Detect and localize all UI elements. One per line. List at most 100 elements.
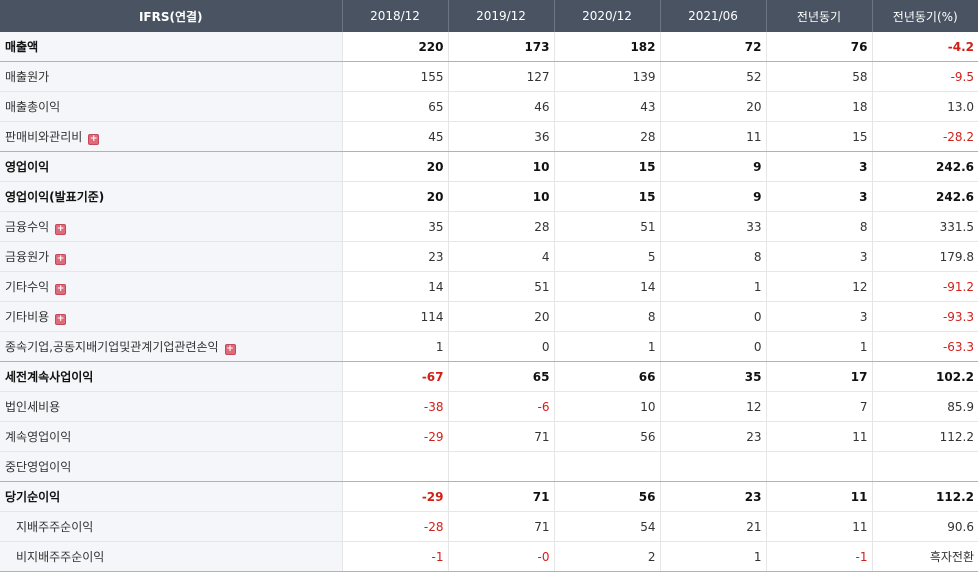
value-cell: 179.8 [871, 241, 978, 272]
value-cell: 56 [553, 421, 660, 452]
table-row: 기타비용 +114 20 8 0 3 -93.3 [0, 301, 978, 332]
row-label: 당기순이익 [5, 490, 61, 504]
row-label-cell: 종속기업,공동지배기업및관계기업관련손익 + [0, 331, 342, 362]
value-cell: 36 [447, 121, 554, 152]
value-cell [553, 451, 660, 482]
value-cell: 71 [447, 511, 554, 542]
value-cell: 54 [553, 511, 660, 542]
row-label-cell: 기타비용 + [0, 301, 342, 332]
value-cell: 13.0 [871, 91, 978, 122]
value-cell: 1 [659, 541, 766, 572]
row-label-cell: 판매비와관리비 + [0, 121, 342, 152]
value-cell [341, 451, 448, 482]
row-label: 영업이익 [5, 160, 50, 174]
value-cell: 182 [553, 32, 660, 62]
value-cell: -38 [341, 391, 448, 422]
value-cell: -0 [447, 541, 554, 572]
value-cell: 11 [765, 421, 872, 452]
table-row: 세전계속사업이익 -67 65 66 35 17 102.2 [0, 361, 978, 392]
row-label-cell: 영업이익(발표기준) [0, 181, 342, 212]
value-cell: 23 [341, 241, 448, 272]
value-cell: 23 [659, 481, 766, 512]
row-label-cell: 금융수익 + [0, 211, 342, 242]
row-label: 세전계속사업이익 [5, 370, 94, 384]
table-row: 당기순이익 -29 71 56 23 11 112.2 [0, 481, 978, 512]
table-body: 매출액 220 173 182 72 76 -4.2 매출원가 155 127 139 52 58 -9.… [0, 32, 978, 572]
plus-square-icon[interactable]: + [55, 224, 67, 235]
value-cell: -28 [341, 511, 448, 542]
value-cell: 0 [659, 331, 766, 362]
row-label: 지배주주순이익 [16, 520, 94, 534]
value-cell: 12 [765, 271, 872, 302]
header-account: IFRS(연결) [0, 0, 342, 32]
value-cell: 58 [765, 61, 872, 92]
row-label-cell: 매출액 [0, 32, 342, 62]
table-row: 판매비와관리비 +45 36 28 11 15 -28.2 [0, 121, 978, 152]
row-label-cell: 중단영업이익 [0, 451, 342, 482]
value-cell: 11 [659, 121, 766, 152]
value-cell: 15 [553, 151, 660, 182]
value-cell: 71 [447, 481, 554, 512]
value-cell: 10 [553, 391, 660, 422]
plus-square-icon[interactable]: + [224, 344, 236, 355]
table-row: 금융수익 +35 28 51 33 8 331.5 [0, 211, 978, 242]
table-row: 매출액 220 173 182 72 76 -4.2 [0, 32, 978, 62]
row-label: 매출원가 [5, 70, 50, 84]
table-row: 영업이익 20 10 15 9 3 242.6 [0, 151, 978, 182]
value-cell: 35 [341, 211, 448, 242]
value-cell: 3 [765, 301, 872, 332]
value-cell: 46 [447, 91, 554, 122]
plus-square-icon[interactable]: + [88, 134, 100, 145]
table-row: 법인세비용 -38 -6 10 12 7 85.9 [0, 391, 978, 422]
value-cell: 173 [447, 32, 554, 62]
table-row: 매출총이익 65 46 43 20 18 13.0 [0, 91, 978, 122]
value-cell: -1 [341, 541, 448, 572]
header-period-1: 2018/12 [341, 0, 448, 32]
value-cell: -4.2 [871, 32, 978, 62]
table-row: 매출원가 155 127 139 52 58 -9.5 [0, 61, 978, 92]
value-cell [659, 451, 766, 482]
value-cell: 7 [765, 391, 872, 422]
value-cell: 20 [659, 91, 766, 122]
value-cell: 10 [447, 181, 554, 212]
row-label: 매출총이익 [5, 100, 61, 114]
value-cell: 127 [447, 61, 554, 92]
plus-square-icon[interactable]: + [55, 284, 67, 295]
value-cell: -29 [341, 421, 448, 452]
row-label: 중단영업이익 [5, 460, 72, 474]
row-label: 영업이익(발표기준) [5, 190, 105, 204]
value-cell: 65 [447, 361, 554, 392]
value-cell: 51 [447, 271, 554, 302]
row-label-cell: 법인세비용 [0, 391, 342, 422]
table-row: 종속기업,공동지배기업및관계기업관련손익 +1 0 1 0 1 -63.3 [0, 331, 978, 362]
plus-square-icon[interactable]: + [55, 254, 67, 265]
row-label-cell: 비지배주주순이익 [0, 541, 342, 572]
value-cell: 52 [659, 61, 766, 92]
value-cell: -67 [341, 361, 448, 392]
value-cell: 28 [447, 211, 554, 242]
value-cell: 28 [553, 121, 660, 152]
value-cell: 76 [765, 32, 872, 62]
value-cell: 14 [341, 271, 448, 302]
value-cell: 12 [659, 391, 766, 422]
value-cell: 72 [659, 32, 766, 62]
header-yoy-pct: 전년동기(%) [871, 0, 978, 32]
row-label: 기타수익 [5, 280, 50, 294]
row-label-cell: 매출총이익 [0, 91, 342, 122]
row-label-cell: 계속영업이익 [0, 421, 342, 452]
row-label-cell: 금융원가 + [0, 241, 342, 272]
value-cell: -6 [447, 391, 554, 422]
value-cell: -1 [765, 541, 872, 572]
value-cell: 21 [659, 511, 766, 542]
row-label: 법인세비용 [5, 400, 61, 414]
value-cell [871, 451, 978, 482]
header-period-3: 2020/12 [553, 0, 660, 32]
row-label: 매출액 [5, 40, 39, 54]
plus-square-icon[interactable]: + [55, 314, 67, 325]
value-cell: -93.3 [871, 301, 978, 332]
value-cell: 102.2 [871, 361, 978, 392]
value-cell: 20 [341, 181, 448, 212]
value-cell: 1 [553, 331, 660, 362]
table-row: 비지배주주순이익 -1 -0 2 1 -1 흑자전환 [0, 541, 978, 572]
table-row: 계속영업이익 -29 71 56 23 11 112.2 [0, 421, 978, 452]
